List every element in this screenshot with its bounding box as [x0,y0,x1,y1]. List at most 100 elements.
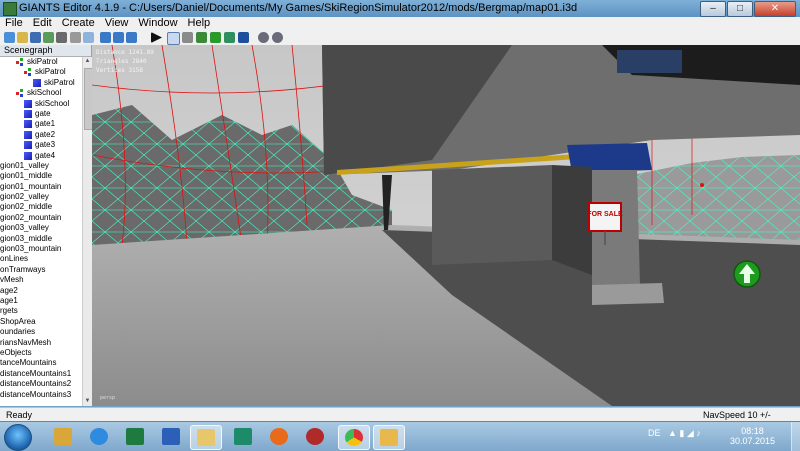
scenegraph-row[interactable]: distanceMountains2 [0,379,82,389]
cut-icon[interactable] [70,32,81,43]
taskbar-word[interactable] [156,425,186,448]
taskbar-firefox[interactable] [264,425,294,448]
scroll-up-icon[interactable]: ▲ [83,57,92,66]
scenegraph-row[interactable]: onLines [0,254,82,264]
scenegraph-row[interactable]: age2 [0,286,82,296]
scenegraph-row[interactable]: rgets [0,306,82,316]
scroll-down-icon[interactable]: ▼ [83,397,92,406]
menu-view[interactable]: View [100,17,134,30]
scenegraph-row[interactable]: gate2 [0,130,82,140]
menu-bar: File Edit Create View Window Help [0,17,800,30]
tray-icons[interactable]: ▲ ▮ ◢ ♪ [668,428,701,439]
scenegraph-row[interactable]: skiPatrol [0,67,82,77]
scenegraph-row[interactable]: gion03_middle [0,234,82,244]
scenegraph-row-label: gion01_mountain [0,181,62,191]
scenegraph-row[interactable]: gate4 [0,151,82,161]
paint-tool-icon[interactable] [210,32,221,43]
scenegraph-row[interactable]: riansNavMesh [0,338,82,348]
scenegraph-row[interactable]: skiSchool [0,99,82,109]
scenegraph-row[interactable]: gate1 [0,119,82,129]
giants-app-icon[interactable] [3,2,17,16]
scenegraph-row[interactable]: gate [0,109,82,119]
scenegraph-row[interactable]: eObjects [0,348,82,358]
redo-icon[interactable] [113,32,124,43]
water-tool-icon[interactable] [238,32,249,43]
play-icon[interactable] [151,32,162,43]
title-bar: GIANTS Editor 4.1.9 - C:/Users/Daniel/Do… [0,0,800,17]
scenegraph-scrollbar[interactable]: ▲ ▼ [82,57,93,406]
undo-icon[interactable] [100,32,111,43]
scenegraph-row[interactable]: gion03_valley [0,223,82,233]
scenegraph-row[interactable]: onTramways [0,265,82,275]
minimize-button[interactable]: – [700,1,726,17]
scenegraph-row-label: ShopArea [0,316,36,326]
scenegraph-row[interactable]: ShopArea [0,317,82,327]
taskbar-excel[interactable] [120,425,150,448]
taskbar-giants-editor[interactable] [373,425,405,450]
menu-window[interactable]: Window [133,17,182,30]
taskbar-publisher[interactable] [228,425,258,448]
settings-icon[interactable] [272,32,283,43]
scenegraph-row-label: onLines [0,254,29,264]
terrain-tool-icon[interactable] [196,32,207,43]
scenegraph-row[interactable]: gion01_mountain [0,182,82,192]
scenegraph-row[interactable]: gion03_mountain [0,244,82,254]
select-tool-icon[interactable] [167,32,180,45]
taskbar-chrome[interactable] [338,425,370,450]
scenegraph-row[interactable]: gion02_middle [0,202,82,212]
scenegraph-row-label: gion03_middle [0,233,53,243]
taskbar-file-explorer[interactable] [190,425,222,450]
scenegraph-row[interactable]: gion01_middle [0,171,82,181]
taskbar-game[interactable] [300,425,330,448]
nav-speed: NavSpeed 10 +/- [703,410,771,420]
scenegraph-tree[interactable]: skiPatrol skiPatrol skiPatrol skiSchool skiS… [0,57,82,406]
import-icon[interactable] [56,32,67,43]
scenegraph-row[interactable]: tanceMountains [0,358,82,368]
scenegraph-row[interactable]: oundaries [0,327,82,337]
menu-file[interactable]: File [0,17,28,30]
copy-icon[interactable] [83,32,94,43]
scenegraph-row[interactable]: gion02_mountain [0,213,82,223]
foliage-tool-icon[interactable] [224,32,235,43]
scenegraph-row[interactable]: skiSchool [0,88,82,98]
scenegraph-row-label: gion03_mountain [0,244,62,254]
menu-edit[interactable]: Edit [28,17,57,30]
new-file-icon[interactable] [4,32,15,43]
move-tool-icon[interactable] [182,32,193,43]
menu-create[interactable]: Create [57,17,100,30]
3d-viewport[interactable]: FOR SALE Distance 1241.89 Triangles 2840… [92,45,800,406]
maximize-button[interactable]: □ [727,1,753,17]
start-button[interactable] [4,424,32,451]
transform-group-icon [16,58,24,66]
scenegraph-row[interactable]: gate3 [0,140,82,150]
chrome-icon [345,429,363,446]
export-icon[interactable] [43,32,54,43]
camera-label: persp [100,395,115,401]
menu-help[interactable]: Help [183,17,216,30]
shape-cube-icon [24,99,32,108]
open-file-icon[interactable] [17,32,28,43]
gear-icon[interactable] [258,32,269,43]
status-text: Ready [6,410,33,420]
save-icon[interactable] [30,32,41,43]
scenegraph-row[interactable]: skiPatrol [0,57,82,67]
scenegraph-row[interactable]: gion01_valley [0,161,82,171]
scenegraph-row[interactable]: distanceMountains1 [0,369,82,379]
clock[interactable]: 08:18 30.07.2015 [730,426,775,446]
scenegraph-row-label: skiPatrol [35,67,66,77]
refresh-icon[interactable] [126,32,137,43]
scenegraph-row[interactable]: vMesh [0,275,82,285]
scenegraph-row[interactable]: skiPatrol [0,78,82,88]
scenegraph-row[interactable]: distanceMountains3 [0,390,82,400]
scenegraph-row[interactable]: gion02_valley [0,192,82,202]
show-desktop-button[interactable] [791,422,800,451]
shape-cube-icon [24,151,32,160]
taskbar-explorer[interactable] [48,425,78,448]
taskbar-ie[interactable] [84,425,114,448]
language-indicator[interactable]: DE [648,428,661,438]
scenegraph-row[interactable]: age1 [0,296,82,306]
scenegraph-row-label: gion02_mountain [0,212,62,222]
scenegraph-row-label: gate [35,108,51,118]
window-title: GIANTS Editor 4.1.9 - C:/Users/Daniel/Do… [19,2,578,14]
close-button[interactable]: ✕ [754,1,796,17]
